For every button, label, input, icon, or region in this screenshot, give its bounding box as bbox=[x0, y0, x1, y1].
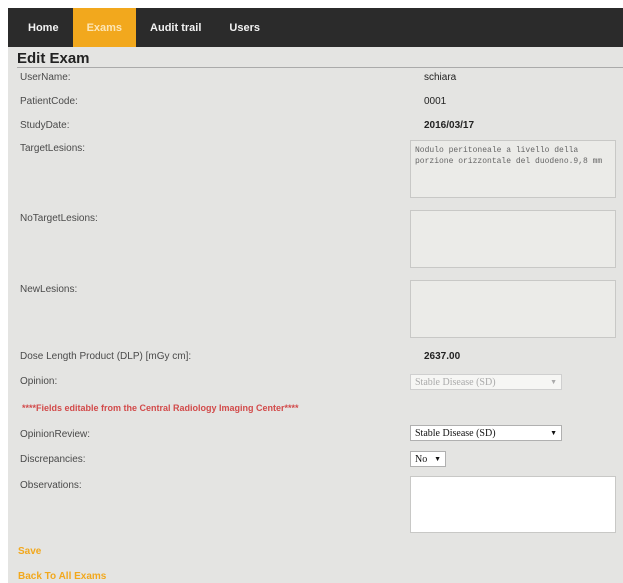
title-divider bbox=[17, 67, 623, 68]
no-target-lesions-textarea[interactable] bbox=[410, 210, 616, 268]
username-label: UserName: bbox=[20, 72, 71, 83]
patient-code-value: 0001 bbox=[424, 96, 447, 107]
opinion-review-select[interactable]: Stable Disease (SD) ▼ bbox=[410, 425, 562, 441]
new-lesions-label: NewLesions: bbox=[20, 284, 78, 295]
new-lesions-textarea[interactable] bbox=[410, 280, 616, 338]
chevron-down-icon: ▼ bbox=[550, 378, 557, 386]
central-edit-warning: ****Fields editable from the Central Rad… bbox=[22, 403, 299, 413]
observations-textarea[interactable] bbox=[410, 476, 616, 533]
app-frame: Home Exams Audit trail Users Edit Exam U… bbox=[8, 8, 623, 583]
discrepancies-label: Discrepancies: bbox=[20, 454, 86, 465]
patient-code-label: PatientCode: bbox=[20, 96, 78, 107]
nav-home[interactable]: Home bbox=[14, 8, 73, 47]
username-value: schiara bbox=[424, 72, 457, 83]
study-date-label: StudyDate: bbox=[20, 120, 70, 131]
target-lesions-label: TargetLesions: bbox=[20, 143, 86, 154]
opinion-select-value: Stable Disease (SD) bbox=[415, 376, 496, 388]
opinion-review-label: OpinionReview: bbox=[20, 429, 91, 440]
nav-users[interactable]: Users bbox=[215, 8, 274, 47]
dlp-value: 2637.00 bbox=[424, 351, 461, 362]
save-link[interactable]: Save bbox=[18, 546, 41, 557]
back-to-all-exams-link[interactable]: Back To All Exams bbox=[18, 571, 106, 582]
opinion-select: Stable Disease (SD) ▼ bbox=[410, 374, 562, 390]
chevron-down-icon: ▼ bbox=[550, 429, 557, 437]
no-target-lesions-label: NoTargetLesions: bbox=[20, 213, 98, 224]
discrepancies-select-value: No bbox=[415, 453, 428, 465]
opinion-label: Opinion: bbox=[20, 376, 58, 387]
nav-exams[interactable]: Exams bbox=[72, 8, 137, 47]
dlp-label: Dose Length Product (DLP) [mGy cm]: bbox=[20, 351, 192, 362]
discrepancies-select[interactable]: No ▼ bbox=[410, 451, 446, 467]
target-lesions-textarea[interactable]: Nodulo peritoneale a livello della porzi… bbox=[410, 140, 616, 198]
study-date-value: 2016/03/17 bbox=[424, 120, 475, 131]
nav-audit-trail[interactable]: Audit trail bbox=[136, 8, 215, 47]
opinion-review-select-value: Stable Disease (SD) bbox=[415, 427, 496, 439]
chevron-down-icon: ▼ bbox=[434, 455, 441, 463]
top-navbar: Home Exams Audit trail Users bbox=[8, 8, 623, 47]
page-title: Edit Exam bbox=[17, 50, 90, 67]
observations-label: Observations: bbox=[20, 480, 82, 491]
